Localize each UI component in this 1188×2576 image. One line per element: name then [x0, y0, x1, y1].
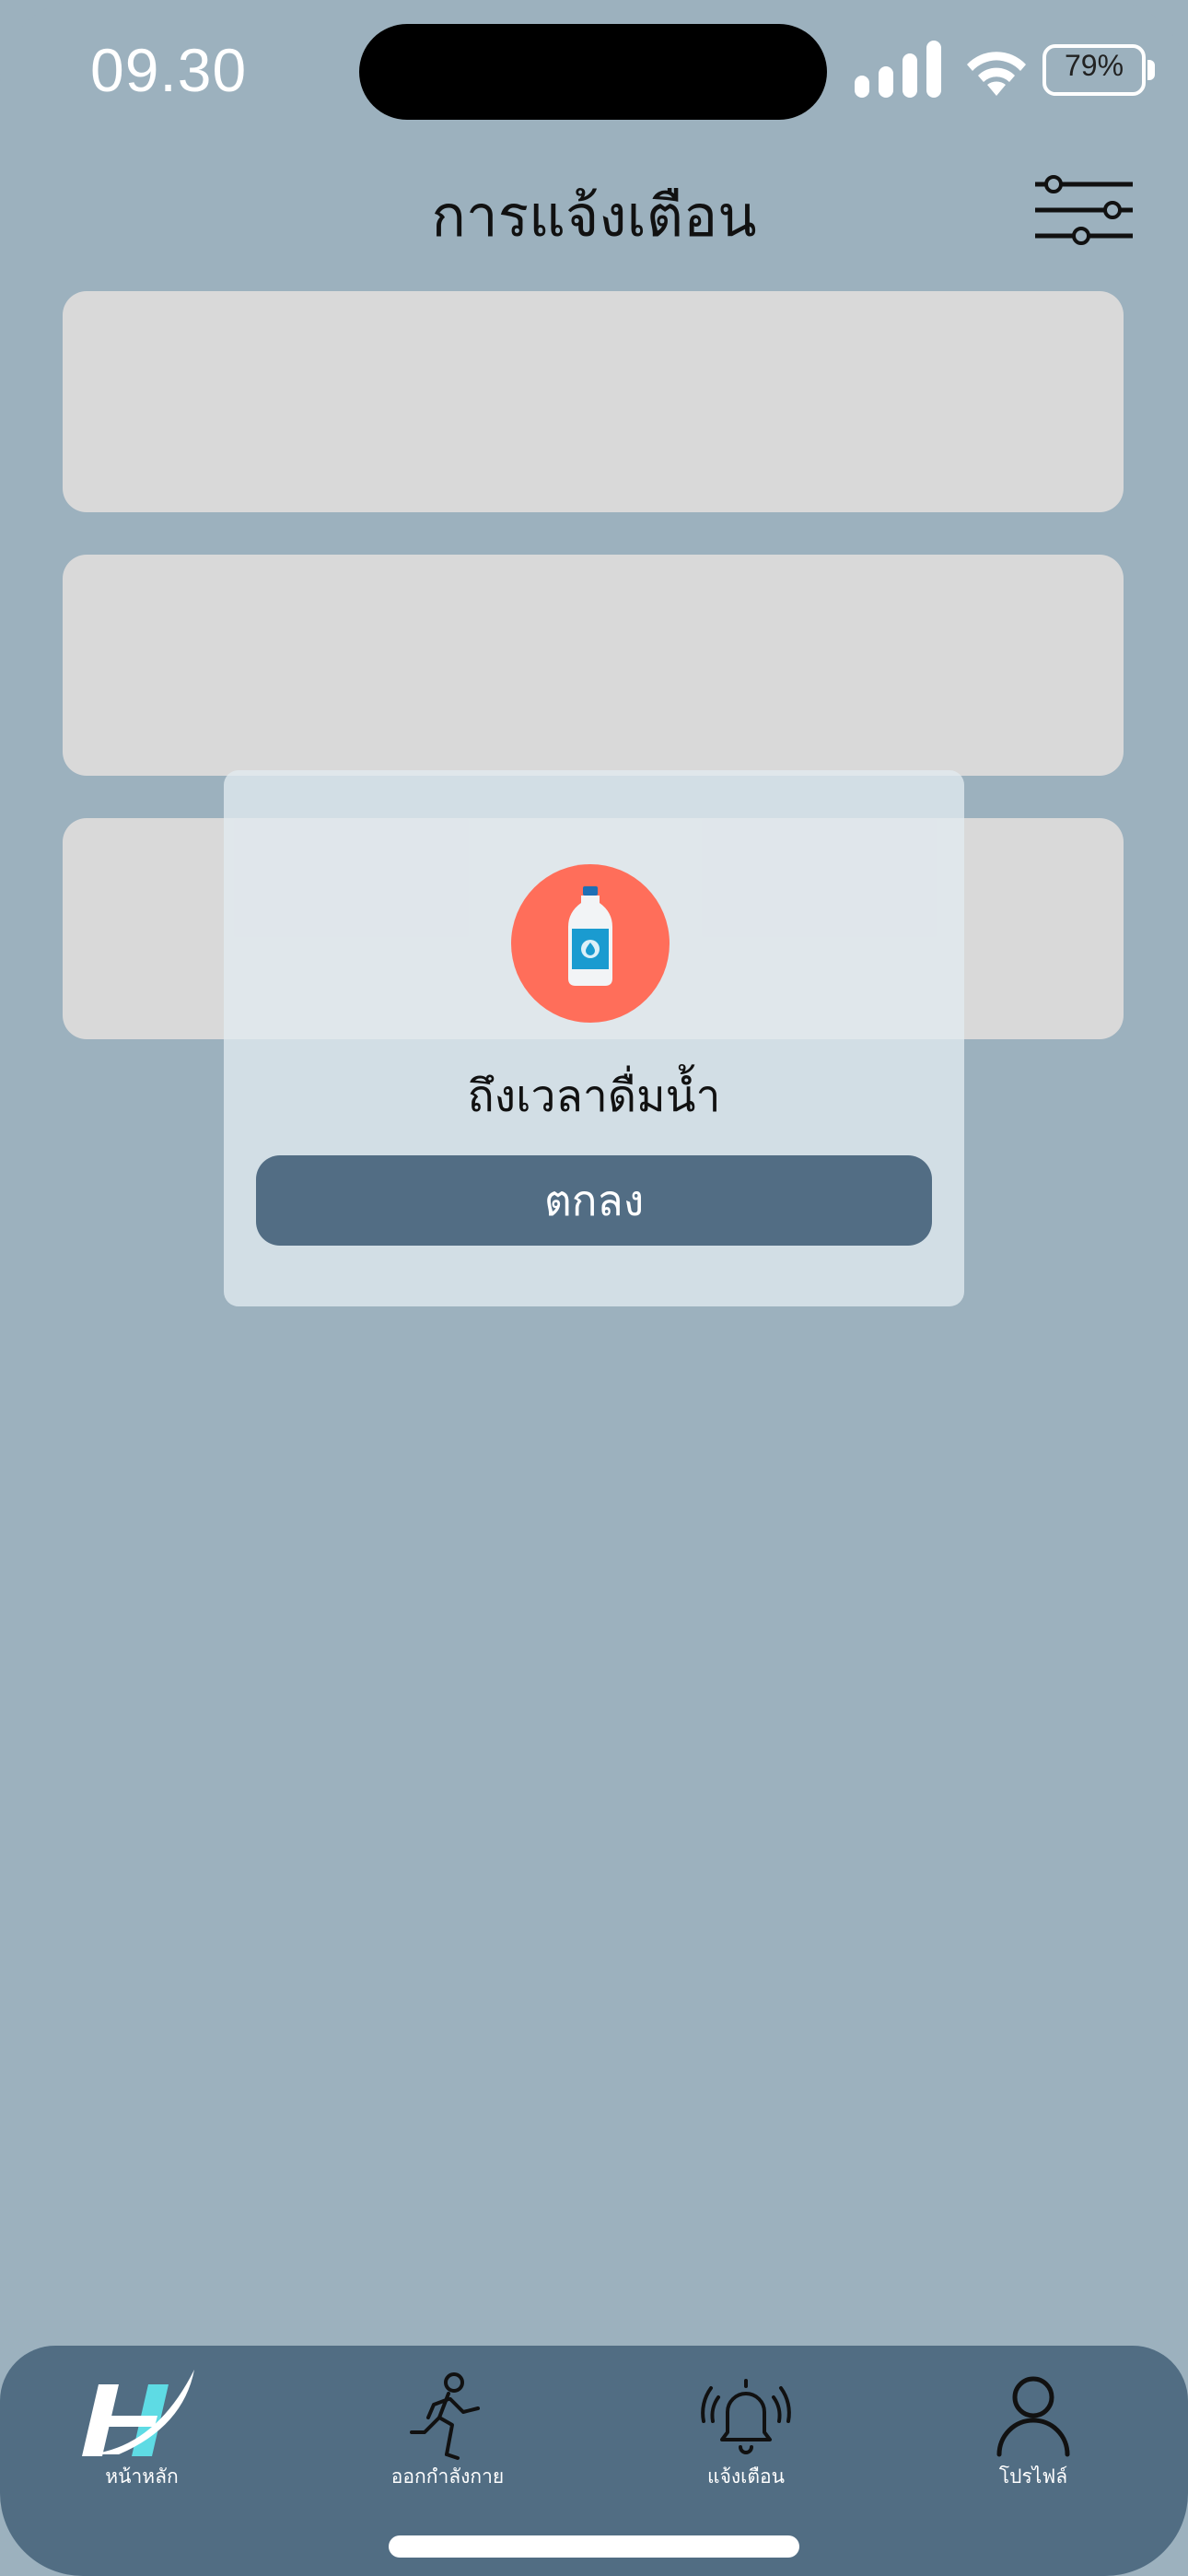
home-indicator[interactable] [389, 2535, 799, 2558]
ok-button[interactable]: ตกลง [256, 1155, 932, 1246]
nav-item-notifications[interactable]: แจ้งเตือน [645, 2346, 847, 2512]
nav-item-exercise[interactable]: ออกกำลังกาย [346, 2346, 549, 2512]
bell-ringing-icon [701, 2379, 791, 2454]
filter-sliders-icon[interactable] [1033, 173, 1135, 247]
person-icon [996, 2376, 1070, 2457]
notification-card[interactable] [63, 291, 1124, 512]
status-time: 09.30 [90, 36, 248, 104]
notification-card[interactable] [63, 555, 1124, 776]
modal-message: ถึงเวลาดื่มน้ำ [467, 1071, 721, 1122]
dynamic-island [359, 24, 827, 120]
page-title: การแจ้งเตือน [431, 182, 757, 250]
app-screen: 09.30 79% การแจ้งเตือน ถึงเวลาดื่มน้ำ ตก… [0, 0, 1188, 2576]
nav-label: ออกกำลังกาย [390, 2465, 505, 2488]
nav-label: แจ้งเตือน [707, 2465, 785, 2488]
nav-item-home[interactable]: หน้าหลัก [41, 2346, 243, 2512]
battery-indicator: 79% [1042, 44, 1164, 98]
water-bottle-icon [568, 886, 612, 986]
bottle-icon-circle [511, 864, 670, 1023]
battery-cap [1147, 60, 1155, 80]
battery-percent: 79% [1064, 49, 1124, 82]
home-logo-icon [82, 2370, 194, 2456]
nav-item-profile[interactable]: โปรไฟล์ [932, 2346, 1135, 2512]
water-reminder-modal: ถึงเวลาดื่มน้ำ ตกลง [224, 770, 964, 1306]
runner-icon [410, 2372, 480, 2460]
nav-label: หน้าหลัก [105, 2465, 179, 2488]
nav-label: โปรไฟล์ [998, 2465, 1068, 2488]
cellular-signal-icon [855, 41, 941, 98]
wifi-icon [967, 52, 1026, 96]
